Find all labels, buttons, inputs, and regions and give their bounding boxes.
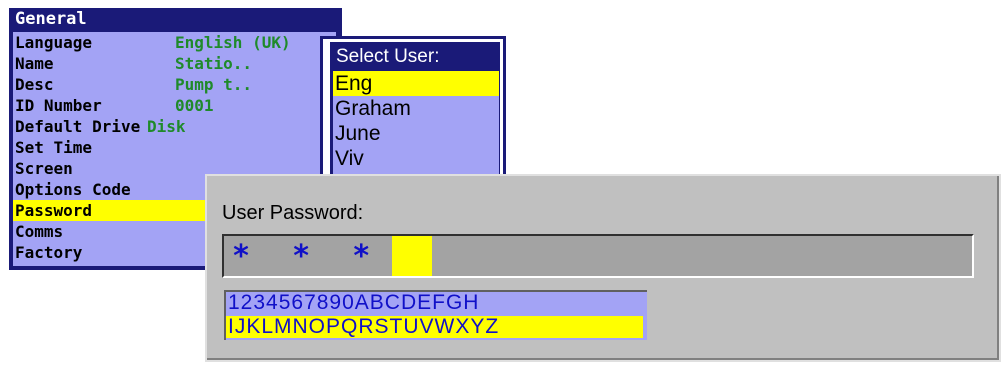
menu-item-label: Set Time: [15, 138, 93, 157]
menu-item-label: Desc: [15, 75, 54, 94]
menu-item-value: Pump t..: [175, 75, 253, 94]
text-cursor: [392, 236, 432, 276]
menu-item-value: 0001: [175, 96, 214, 115]
user-item-graham[interactable]: Graham: [333, 96, 499, 121]
select-user-title: Select User:: [336, 46, 440, 67]
menu-item-label: Screen: [15, 159, 73, 178]
select-user-frame: Select User: Eng Graham June Viv: [330, 42, 500, 182]
menu-item-label: Name: [15, 54, 54, 73]
menu-item-id-number[interactable]: ID Number 0001: [13, 95, 336, 116]
menu-item-label: Options Code: [15, 180, 131, 199]
menu-item-value: English (UK): [175, 33, 291, 52]
select-user-panel: Select User: Eng Graham June Viv: [320, 36, 506, 186]
password-input[interactable]: * * * *: [222, 234, 974, 278]
menu-item-label: ID Number: [15, 96, 102, 115]
character-row[interactable]: 1234567890ABCDEFGH: [228, 292, 479, 314]
character-row-selected[interactable]: IJKLMNOPQRSTUVWXYZ: [226, 316, 643, 338]
menu-item-value: Statio..: [175, 54, 253, 73]
user-item-june[interactable]: June: [333, 121, 499, 146]
menu-item-default-drive[interactable]: Default Drive Disk: [13, 116, 336, 137]
menu-item-value: Disk: [147, 117, 186, 136]
menu-item-set-time[interactable]: Set Time: [13, 137, 336, 158]
user-item-viv[interactable]: Viv: [333, 146, 499, 171]
menu-item-label: Default Drive: [15, 117, 141, 136]
menu-item-desc[interactable]: Desc Pump t..: [13, 74, 336, 95]
user-item-eng[interactable]: Eng: [333, 71, 499, 96]
menu-item-label: Language: [15, 33, 93, 52]
menu-item-label: Factory: [15, 243, 83, 262]
menu-item-label: Comms: [15, 222, 64, 241]
user-list: Eng Graham June Viv: [333, 71, 499, 182]
menu-item-name[interactable]: Name Statio..: [13, 53, 336, 74]
menu-item-language[interactable]: Language English (UK): [13, 32, 336, 53]
character-picker[interactable]: 1234567890ABCDEFGH IJKLMNOPQRSTUVWXYZ: [224, 290, 647, 340]
password-dialog: User Password: * * * * 1234567890ABCDEFG…: [205, 174, 1001, 362]
menu-item-label: Password: [15, 201, 93, 220]
general-menu-title: General: [15, 9, 87, 29]
password-dialog-title: User Password:: [222, 202, 364, 224]
